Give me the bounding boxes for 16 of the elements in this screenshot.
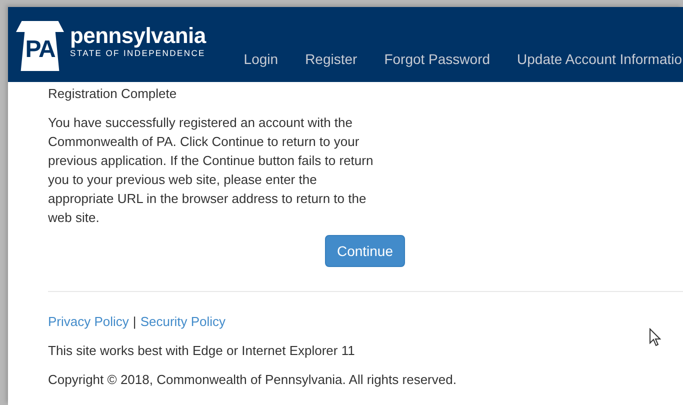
logo-tagline: STATE OF INDEPENDENCE <box>70 48 206 58</box>
nav-link[interactable]: Update Account Informatio <box>517 51 682 67</box>
footer-link[interactable]: Privacy Policy <box>48 314 129 329</box>
nav-link[interactable]: Forgot Password <box>384 51 490 67</box>
keystone-icon: PA <box>16 21 64 71</box>
message-text: You have successfully registered an account with the Commonwealth of PA. Click Continue to return to your previous application. If the Continue button fails to return you to your previous web site, please enter the appropriate URL in the browser address to return to the web site. <box>48 114 374 227</box>
continue-button[interactable]: Continue <box>324 235 405 267</box>
copyright-text: Copyright © 2018, Commonwealth of Pennsylvania. All rights reserved. <box>48 372 456 387</box>
mouse-cursor-icon <box>649 328 661 347</box>
footer-link[interactable]: Security Policy <box>140 314 226 329</box>
logo-name: pennsylvania <box>70 24 206 48</box>
nav-link[interactable]: Login <box>244 51 278 67</box>
nav-link[interactable]: Register <box>305 51 358 67</box>
link-separator: | <box>132 314 136 329</box>
browser-note: This site works best with Edge or Internet Explorer 11 <box>48 343 355 358</box>
page-heading: Registration Complete <box>48 85 178 103</box>
